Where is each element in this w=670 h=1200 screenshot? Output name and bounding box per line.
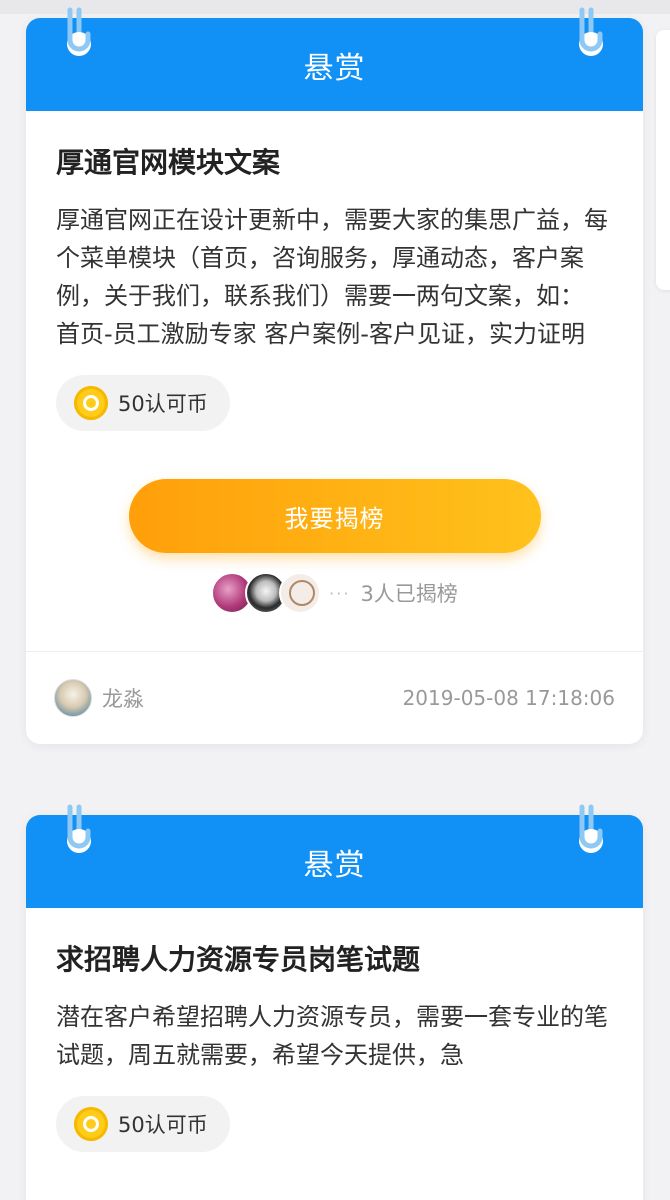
reward-amount: 50认可币 — [118, 1113, 208, 1137]
binder-ring-icon — [579, 804, 603, 853]
card-header-title: 悬赏 — [303, 847, 366, 883]
card-body: 厚通官网模块文案 厚通官网正在设计更新中，需要大家的集思广益，每个菜单模块（首页… — [26, 111, 643, 615]
poster-avatar[interactable] — [54, 679, 92, 717]
task-description: 潜在客户希望招聘人力资源专员，需要一套专业的笔试题，周五就需要，希望今天提供，急 — [56, 1003, 608, 1069]
card-header: 悬赏 — [26, 7, 643, 111]
poster-name[interactable]: 龙淼 — [102, 683, 144, 713]
bounty-card[interactable]: 悬赏 厚通官网模块文案 厚通官网正在设计更新中，需要大家的集思广益，每个菜单模块… — [26, 7, 643, 744]
reward-badge: 50认可币 — [56, 1096, 230, 1152]
avatar — [279, 572, 322, 614]
bounty-card[interactable]: 悬赏 求招聘人力资源专员岗笔试题 潜在客户希望招聘人力资源专员，需要一套专业的笔… — [26, 804, 643, 1200]
next-card-peek — [656, 30, 670, 290]
binder-ring-icon — [579, 7, 603, 56]
task-title[interactable]: 求招聘人力资源专员岗笔试题 — [56, 940, 613, 980]
card-footer: 龙淼 2019-05-08 17:18:06 — [26, 652, 643, 744]
reward-amount: 50认可币 — [118, 392, 208, 416]
claim-bounty-button[interactable]: 我要揭榜 — [128, 479, 541, 553]
takers-count: 3人已揭榜 — [360, 582, 458, 606]
binder-ring-icon — [67, 7, 91, 56]
coin-icon — [74, 386, 108, 420]
status-bar-strip — [0, 0, 670, 14]
card-header-title: 悬赏 — [303, 50, 366, 86]
binder-ring-icon — [67, 804, 91, 853]
takers-row[interactable]: ··· 3人已揭榜 — [56, 571, 613, 615]
card-header: 悬赏 — [26, 804, 643, 908]
task-description: 厚通官网正在设计更新中，需要大家的集思广益，每个菜单模块（首页，咨询服务，厚通动… — [56, 206, 608, 348]
post-timestamp: 2019-05-08 17:18:06 — [402, 686, 615, 710]
card-body: 求招聘人力资源专员岗笔试题 潜在客户希望招聘人力资源专员，需要一套专业的笔试题，… — [26, 908, 643, 1152]
coin-icon — [74, 1107, 108, 1141]
taker-avatars — [211, 572, 322, 614]
task-title[interactable]: 厚通官网模块文案 — [56, 143, 613, 183]
more-dots-icon: ··· — [329, 583, 351, 603]
reward-badge: 50认可币 — [56, 375, 230, 431]
